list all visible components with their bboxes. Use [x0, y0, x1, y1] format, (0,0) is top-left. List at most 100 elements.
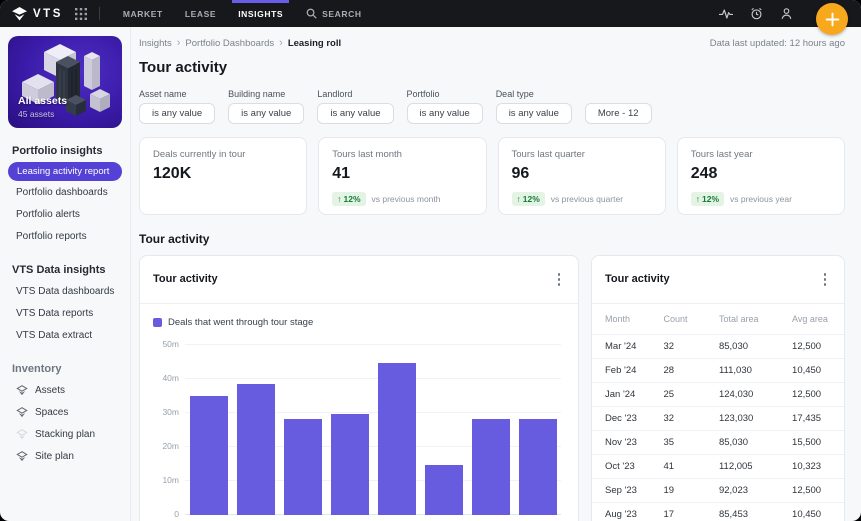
add-button[interactable] — [816, 3, 848, 35]
bar-q1-23[interactable] — [331, 414, 369, 514]
sidebar-item-stacking-plan[interactable]: Stacking plan — [8, 424, 122, 445]
asset-card-subtitle: 45 assets — [18, 109, 54, 119]
bar-slot — [232, 384, 279, 515]
y-axis-tick-label: 30m — [149, 407, 179, 417]
sidebar-item-leasing-activity-report[interactable]: Leasing activity report — [8, 162, 122, 181]
bar-slot — [420, 465, 467, 514]
chart-card-title: Tour activity — [153, 273, 218, 285]
table-cell: 12,500 — [786, 382, 844, 406]
table-cell: Jan '24 — [592, 382, 658, 406]
bar-q3-23[interactable] — [425, 465, 463, 514]
delta-value: 12% — [344, 194, 361, 204]
table-cell: 32 — [658, 406, 713, 430]
kpi-row: Deals currently in tour120KTours last mo… — [139, 137, 845, 215]
bar-slot — [279, 419, 326, 514]
user-icon[interactable] — [780, 7, 793, 20]
search-icon — [306, 8, 317, 19]
table-row: Mar '243285,03012,500 — [592, 334, 844, 358]
sidebar-item-label: Spaces — [35, 407, 68, 418]
delta-badge: ↑12% — [691, 192, 724, 206]
table-cell: 85,030 — [713, 334, 786, 358]
sidebar-item-label: VTS Data reports — [16, 308, 93, 319]
brand-text: VTS — [33, 8, 63, 20]
sidebar-item-label: Portfolio alerts — [16, 209, 80, 220]
legend-label: Deals that went through tour stage — [168, 317, 313, 328]
sidebar-item-site-plan[interactable]: Site plan — [8, 446, 122, 467]
filter-dropdown[interactable]: is any value — [139, 103, 215, 124]
tab-market[interactable]: MARKET — [112, 0, 174, 27]
table-cell: 85,453 — [713, 502, 786, 521]
sidebar-item-vts-data-reports[interactable]: VTS Data reports — [8, 303, 122, 324]
table-cell: 35 — [658, 430, 713, 454]
bar-q1-24[interactable] — [519, 419, 557, 514]
chevron-right-icon: › — [279, 39, 283, 48]
table-cell: Feb '24 — [592, 358, 658, 382]
breadcrumb-link[interactable]: Insights — [139, 38, 172, 49]
sidebar-item-portfolio-dashboards[interactable]: Portfolio dashboards — [8, 182, 122, 203]
sidebar-section: VTS Data insights VTS Data dashboards VTS … — [8, 264, 122, 346]
bar-slot — [373, 363, 420, 514]
main-content: Insights›Portfolio Dashboards›Leasing ro… — [131, 27, 861, 521]
table-cell: Sep '23 — [592, 478, 658, 502]
last-updated-label: Data last updated: 12 hours ago — [710, 38, 845, 49]
asset-selector-card[interactable]: All assets 45 assets — [8, 36, 122, 128]
table-cell: Mar '24 — [592, 334, 658, 358]
alarm-icon[interactable] — [750, 7, 763, 20]
breadcrumb-link[interactable]: Portfolio Dashboards — [185, 38, 274, 49]
bar-q4-22[interactable] — [284, 419, 322, 514]
delta-badge: ↑12% — [512, 192, 545, 206]
sidebar-item-label: Leasing activity report — [17, 166, 109, 177]
table-cell: 85,030 — [713, 430, 786, 454]
filter-label: Asset name — [139, 89, 215, 99]
tab-lease[interactable]: LEASE — [174, 0, 227, 27]
more-filters-button[interactable]: More - 12 — [585, 103, 652, 124]
chart-legend: Deals that went through tour stage — [153, 317, 565, 328]
sidebar-item-assets[interactable]: Assets — [8, 380, 122, 401]
filter-dropdown[interactable]: is any value — [407, 103, 483, 124]
kebab-menu-icon[interactable] — [553, 270, 566, 289]
bar-q4-23[interactable] — [472, 419, 510, 514]
filter-dropdown[interactable]: is any value — [228, 103, 304, 124]
sidebar-item-vts-data-extract[interactable]: VTS Data extract — [8, 325, 122, 346]
sidebar-item-vts-data-dashboards[interactable]: VTS Data dashboards — [8, 281, 122, 302]
search-button[interactable]: SEARCH — [306, 8, 362, 19]
tour-activity-chart-card: Tour activity Deals that went through to… — [139, 255, 579, 521]
activity-icon[interactable] — [719, 8, 733, 20]
bar-q3-22[interactable] — [237, 384, 275, 515]
sidebar-item-portfolio-alerts[interactable]: Portfolio alerts — [8, 204, 122, 225]
sidebar-item-spaces[interactable]: Spaces — [8, 402, 122, 423]
bar-q2-22[interactable] — [190, 396, 228, 515]
kpi-delta: ↑12%vs previous month — [332, 192, 472, 206]
sidebar-item-label: Stacking plan — [35, 429, 95, 440]
kebab-menu-icon[interactable] — [819, 270, 832, 289]
breadcrumb-current: Leasing roll — [288, 38, 341, 49]
apps-grid-icon[interactable] — [75, 8, 87, 20]
table-cell: Dec '23 — [592, 406, 658, 430]
sidebar-item-label: Site plan — [35, 451, 74, 462]
filter-landlord: Landlordis any value — [317, 89, 393, 124]
table-row: Dec '2332123,03017,435 — [592, 406, 844, 430]
tab-label: MARKET — [123, 9, 163, 19]
kpi-value: 41 — [332, 165, 472, 183]
filter-dropdown[interactable]: is any value — [496, 103, 572, 124]
kpi-label: Tours last year — [691, 149, 831, 160]
active-tab-indicator — [232, 0, 289, 3]
delta-note: vs previous year — [730, 194, 792, 204]
filter-dropdown[interactable]: is any value — [317, 103, 393, 124]
table-cell: 123,030 — [713, 406, 786, 430]
bars-container — [185, 345, 561, 515]
table-cell: 112,005 — [713, 454, 786, 478]
section-title: Tour activity — [139, 232, 845, 246]
y-axis-tick-label: 0 — [149, 509, 179, 519]
table-row: Aug '231785,45310,450 — [592, 502, 844, 521]
table-cell: 17,435 — [786, 406, 844, 430]
table-row: Oct '2341112,00510,323 — [592, 454, 844, 478]
sidebar-section-title: VTS Data insights — [12, 264, 118, 276]
table-cell: 12,500 — [786, 334, 844, 358]
tab-insights[interactable]: INSIGHTS — [227, 0, 294, 27]
vts-logo-icon — [12, 7, 27, 21]
sidebar-item-portfolio-reports[interactable]: Portfolio reports — [8, 226, 122, 247]
vts-brand[interactable]: VTS — [12, 7, 63, 21]
bar-q2-23[interactable] — [378, 363, 416, 514]
delta-badge: ↑12% — [332, 192, 365, 206]
